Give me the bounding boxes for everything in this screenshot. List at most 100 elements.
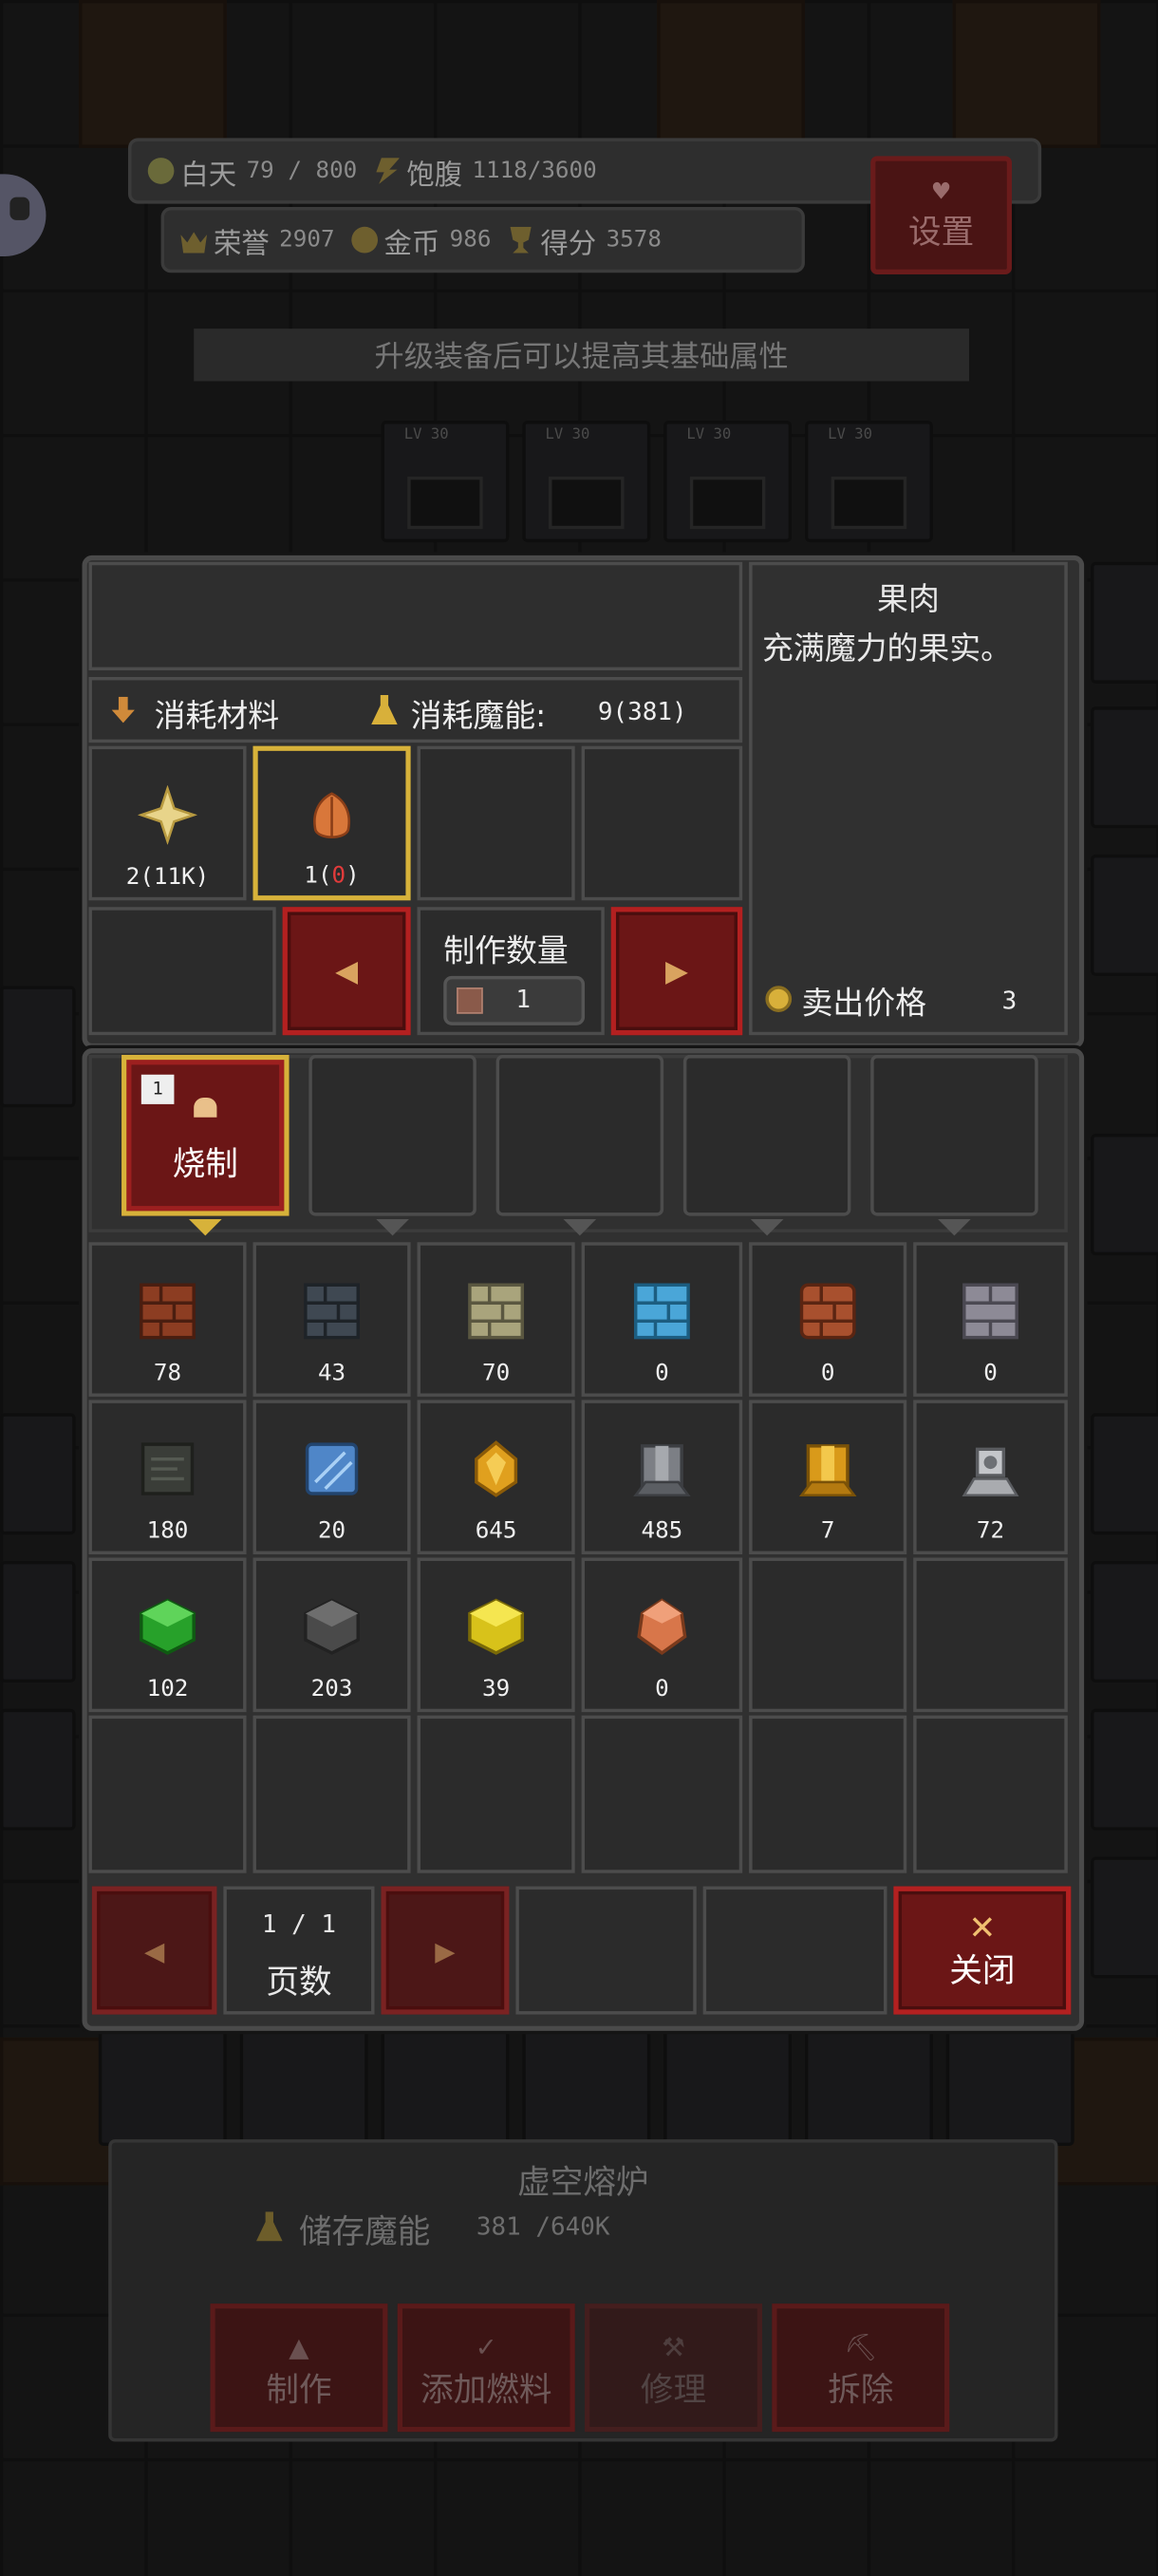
quantity-field[interactable]: 1 [443, 975, 586, 1025]
item-count: 7 [820, 1517, 835, 1545]
close-button[interactable]: ✕ 关闭 [893, 1886, 1072, 2015]
inventory-slot-empty[interactable] [417, 1715, 575, 1873]
inventory-slot-empty[interactable] [913, 1715, 1068, 1873]
tab-empty[interactable] [682, 1054, 851, 1236]
hint-banner: 升级装备后可以提高其基础属性 [194, 329, 969, 382]
silver-ore-icon [962, 1447, 1019, 1497]
inventory-slot[interactable]: 7 [749, 1400, 907, 1555]
page-next-button[interactable]: ▶ [381, 1886, 510, 2015]
ingredient-slot-selected[interactable]: 1(0) [252, 745, 411, 901]
star-icon [138, 785, 197, 845]
item-description: 充满魔力的果实。 [761, 630, 1013, 668]
quantity-decrease-button[interactable]: ◀ [282, 907, 411, 1036]
storage-value: 381 /640K [476, 2211, 610, 2242]
tab-empty[interactable] [308, 1054, 476, 1236]
inventory-slot[interactable]: 72 [913, 1400, 1068, 1555]
arrow-right-icon: ▶ [435, 1934, 456, 1966]
add-fuel-label: 添加燃料 [420, 2369, 552, 2409]
inventory-slot[interactable]: 0 [581, 1242, 743, 1397]
copper-brick-icon [799, 1283, 856, 1340]
inventory-slot-empty[interactable] [88, 1715, 247, 1873]
ice-brick-icon [633, 1283, 690, 1340]
tab-label: 烧制 [172, 1143, 238, 1183]
gold-label: 金币 [383, 227, 440, 261]
craft-action-button[interactable]: ▲ 制作 [210, 2303, 388, 2433]
storage-label: 储存魔能 [298, 2211, 431, 2251]
box-icon [457, 987, 483, 1014]
pickaxe-icon: ⛏ [844, 2331, 878, 2363]
inventory-slot[interactable]: 180 [88, 1400, 247, 1555]
page-indicator: 1 / 1 页数 [223, 1886, 375, 2015]
ingredient-slot-empty[interactable] [581, 745, 743, 901]
hammer-icon: ⚒ [662, 2331, 685, 2363]
item-name: 果肉 [877, 581, 940, 618]
ingredient-slot-empty[interactable] [417, 745, 575, 901]
quantity-label: 制作数量 [443, 932, 569, 969]
inventory-slot[interactable]: 203 [252, 1557, 411, 1713]
inventory-slot-empty[interactable] [581, 1715, 743, 1873]
inventory-slot[interactable]: 485 [581, 1400, 743, 1555]
sun-icon [147, 158, 175, 184]
tab-empty[interactable] [495, 1054, 664, 1236]
inventory-slot[interactable]: 102 [88, 1557, 247, 1713]
item-count: 645 [475, 1517, 517, 1545]
inventory-slot-empty[interactable] [252, 1715, 411, 1873]
sell-value: 3 [1001, 986, 1018, 1016]
item-count: 485 [641, 1517, 683, 1545]
tab-badge: 1 [140, 1074, 175, 1104]
item-count: 180 [146, 1517, 189, 1545]
check-icon: ✓ [475, 2331, 497, 2363]
item-count: 0 [820, 1360, 835, 1387]
settings-button[interactable]: ♥ 设置 [870, 156, 1012, 274]
tab-empty[interactable] [870, 1054, 1038, 1236]
item-count: 20 [317, 1517, 346, 1545]
item-count: 72 [976, 1517, 1005, 1545]
trophy-icon [510, 226, 532, 254]
inventory-slot[interactable]: 43 [252, 1242, 411, 1397]
ingredient-slot[interactable]: 2(11K) [88, 745, 247, 901]
tab-pointer-icon [376, 1219, 409, 1236]
tab-pointer-icon [938, 1219, 971, 1236]
recipe-preview-area [88, 561, 743, 671]
inventory-slot[interactable]: 0 [913, 1242, 1068, 1397]
inventory-slot[interactable]: 20 [252, 1400, 411, 1555]
inventory-slot[interactable]: 70 [417, 1242, 575, 1397]
item-count: 0 [983, 1360, 998, 1387]
gray-cube-icon [304, 1598, 360, 1655]
building-name: 虚空熔炉 [517, 2162, 649, 2202]
add-fuel-button[interactable]: ✓ 添加燃料 [397, 2303, 575, 2433]
score-value: 3578 [606, 226, 662, 254]
tab-firing[interactable]: 1 烧制 [121, 1054, 290, 1236]
amber-crystal-icon [475, 1440, 518, 1497]
item-count: 39 [482, 1676, 511, 1702]
arrow-left-icon: ◀ [335, 953, 359, 988]
item-count: 43 [317, 1360, 346, 1387]
sand-brick-icon [468, 1283, 525, 1340]
flask-icon [371, 695, 398, 725]
empty-slot [515, 1886, 697, 2015]
page-prev-button[interactable]: ◀ [91, 1886, 217, 2015]
item-info-panel: 果肉 充满魔力的果实。 卖出价格 3 [749, 561, 1068, 1036]
inventory-slot-empty[interactable] [749, 1715, 907, 1873]
quantity-value: 1 [515, 984, 532, 1014]
score-label: 得分 [540, 227, 597, 261]
inventory-slot-empty[interactable] [749, 1557, 907, 1713]
coin-icon [350, 226, 378, 254]
craft-action-label: 制作 [266, 2369, 332, 2409]
tab-pointer-icon [563, 1219, 597, 1236]
gold-value: 986 [449, 226, 492, 254]
inventory-slot[interactable]: 0 [749, 1242, 907, 1397]
demolish-button[interactable]: ⛏ 拆除 [772, 2303, 950, 2433]
inventory-slot-empty[interactable] [913, 1557, 1068, 1713]
arrow-left-icon: ◀ [144, 1934, 165, 1966]
honor-label: 荣誉 [213, 227, 270, 261]
demolish-label: 拆除 [828, 2369, 894, 2409]
inventory-slot[interactable]: 39 [417, 1557, 575, 1713]
item-count: 70 [482, 1360, 511, 1387]
inventory-slot[interactable]: 78 [88, 1242, 247, 1397]
quantity-increase-button[interactable]: ▶ [610, 907, 743, 1036]
inventory-slot[interactable]: 645 [417, 1400, 575, 1555]
repair-button[interactable]: ⚒ 修理 [585, 2303, 762, 2433]
hunger-value: 1118/3600 [472, 158, 597, 184]
inventory-slot[interactable]: 0 [581, 1557, 743, 1713]
